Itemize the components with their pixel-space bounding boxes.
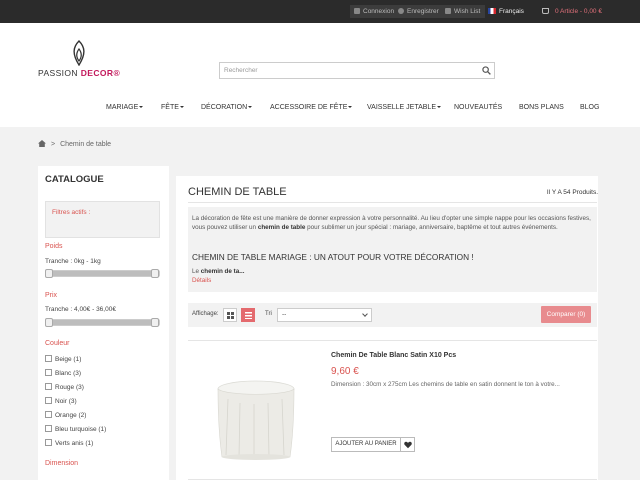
wishlist-link[interactable]: Wish List — [441, 5, 486, 18]
filter-price-range: Tranche : 4,00€ - 36,00€ — [45, 306, 116, 313]
heart-icon — [404, 441, 412, 449]
chevron-down-icon — [362, 311, 368, 317]
user-icon — [398, 8, 404, 14]
main-nav: MARIAGE FÊTE DÉCORATION ACCESSOIRE DE FÊ… — [0, 100, 640, 116]
price-slider[interactable] — [45, 318, 160, 327]
color-option-orange[interactable]: Orange (2) — [45, 411, 86, 420]
checkbox[interactable] — [45, 411, 52, 418]
color-option-beige[interactable]: Beige (1) — [45, 355, 81, 364]
logo-text-passion: PASSION — [38, 68, 81, 78]
site-logo[interactable]: PASSION DECOR® — [38, 40, 120, 80]
details-link[interactable]: Détails — [192, 277, 211, 284]
lock-icon — [354, 8, 360, 14]
caret-down-icon — [348, 106, 353, 108]
list-icon — [245, 312, 252, 319]
nav-item-decoration[interactable]: DÉCORATION — [201, 100, 253, 116]
sidebar-title: CATALOGUE — [45, 174, 104, 185]
display-label: Affichage: — [192, 311, 219, 317]
cart-icon — [542, 8, 549, 14]
weight-slider-max-handle[interactable] — [151, 269, 159, 278]
france-flag-icon — [488, 7, 496, 14]
checkbox[interactable] — [45, 397, 52, 404]
breadcrumb: > Chemin de table — [38, 140, 111, 150]
checkbox[interactable] — [45, 425, 52, 432]
logo-text-decor: DECOR — [80, 68, 114, 78]
grid-view-button[interactable] — [223, 308, 237, 322]
filter-dimension-label: Dimension — [45, 460, 79, 467]
main-content: CHEMIN DE TABLE Il Y A 54 Produits. La d… — [176, 176, 598, 480]
product-price: 9,60 € — [331, 366, 359, 377]
logo-registered-mark: ® — [113, 68, 121, 78]
sort-label: Tri — [265, 311, 272, 317]
nav-item-blog[interactable]: BLOG — [580, 100, 599, 116]
lotus-logo-icon — [73, 40, 85, 66]
breadcrumb-current: Chemin de table — [60, 141, 112, 148]
nav-item-mariage[interactable]: MARIAGE — [106, 100, 144, 116]
filter-weight-range: Tranche : 0kg - 1kg — [45, 258, 101, 265]
description-heading: CHEMIN DE TABLE MARIAGE : UN ATOUT POUR … — [192, 252, 474, 262]
login-link[interactable]: Connexion — [350, 5, 400, 18]
language-selector[interactable]: Français — [488, 5, 524, 18]
catalog-sidebar: CATALOGUE Filtres actifs : Poids Tranche… — [38, 166, 169, 480]
weight-slider[interactable] — [45, 269, 160, 278]
color-option-rouge[interactable]: Rouge (3) — [45, 383, 84, 392]
filter-weight-label: Poids — [45, 243, 63, 250]
list-view-button[interactable] — [241, 308, 255, 322]
description-truncated: chemin de ta... — [200, 268, 245, 275]
active-filters-box: Filtres actifs : — [45, 201, 160, 238]
nav-item-nouveautes[interactable]: NOUVEAUTÉS — [454, 100, 502, 116]
product-toolbar: Affichage: Tri -- Comparer (0) — [188, 303, 597, 327]
caret-down-icon — [179, 106, 184, 108]
category-description: La décoration de fête est une manière de… — [188, 207, 597, 292]
page-title: CHEMIN DE TABLE — [188, 186, 287, 198]
caret-down-icon — [248, 106, 253, 108]
checkbox[interactable] — [45, 369, 52, 376]
description-text-part2: pour sublimer un jour spécial : mariage,… — [305, 224, 558, 231]
filter-price-label: Prix — [45, 292, 58, 299]
color-option-verts-anis[interactable]: Verts anis (1) — [45, 439, 93, 448]
color-option-blanc[interactable]: Blanc (3) — [45, 369, 81, 378]
checkbox[interactable] — [45, 383, 52, 390]
heart-icon — [445, 8, 451, 14]
product-image[interactable] — [216, 377, 296, 461]
filter-color-label: Couleur — [45, 340, 70, 347]
home-icon[interactable] — [38, 140, 46, 147]
cart-summary[interactable]: 0 Article - 0,00 € — [542, 5, 602, 18]
nav-item-fete[interactable]: FÊTE — [161, 100, 184, 116]
register-link[interactable]: Enregistrer — [394, 5, 444, 18]
compare-button[interactable]: Comparer (0) — [541, 306, 591, 323]
top-bar: Connexion Enregistrer Wish List Français… — [0, 0, 640, 23]
price-slider-min-handle[interactable] — [45, 318, 53, 327]
search-bar — [219, 62, 495, 79]
product-description: Dimension : 30cm x 275cm Les chemins de … — [331, 381, 560, 388]
color-option-bleu-turquoise[interactable]: Bleu turquoise (1) — [45, 425, 106, 434]
color-option-noir[interactable]: Noir (3) — [45, 397, 77, 406]
description-bold: chemin de table — [257, 224, 306, 231]
product-count: Il Y A 54 Produits. — [546, 189, 598, 196]
add-to-cart-button[interactable]: AJOUTER AU PANIER — [331, 437, 401, 452]
caret-down-icon — [139, 106, 144, 108]
checkbox[interactable] — [45, 355, 52, 362]
checkbox[interactable] — [45, 439, 52, 446]
weight-slider-min-handle[interactable] — [45, 269, 53, 278]
product-name[interactable]: Chemin De Table Blanc Satin X10 Pcs — [331, 352, 456, 359]
breadcrumb-separator: > — [51, 141, 56, 148]
nav-item-bons-plans[interactable]: BONS PLANS — [519, 100, 564, 116]
price-slider-max-handle[interactable] — [151, 318, 159, 327]
search-input[interactable] — [220, 63, 470, 78]
caret-down-icon — [437, 106, 441, 108]
grid-icon — [227, 312, 234, 319]
wishlist-button[interactable] — [401, 437, 415, 452]
sort-select[interactable]: -- — [277, 308, 372, 322]
active-filters-label: Filtres actifs : — [52, 209, 91, 216]
search-icon[interactable] — [482, 66, 491, 75]
nav-item-vaisselle[interactable]: VAISSELLE JETABLE — [367, 100, 441, 116]
product-item: Chemin De Table Blanc Satin X10 Pcs 9,60… — [188, 340, 597, 480]
title-divider — [188, 202, 597, 203]
nav-item-accessoire[interactable]: ACCESSOIRE DE FÊTE — [270, 100, 353, 116]
